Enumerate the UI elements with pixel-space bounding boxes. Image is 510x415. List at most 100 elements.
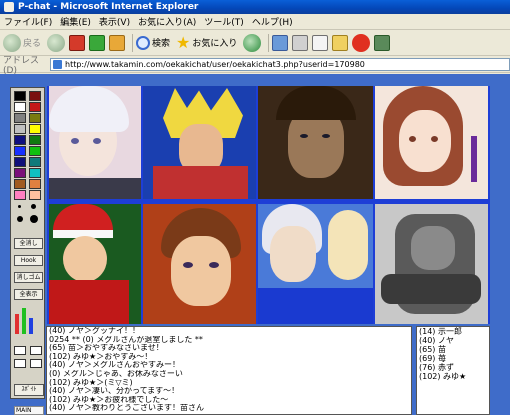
mail-icon[interactable] — [30, 359, 42, 368]
eraser-button[interactable]: 消しゴム — [14, 272, 43, 283]
drawing-canvas[interactable] — [47, 86, 490, 324]
color-swatch[interactable] — [14, 190, 26, 200]
user-item[interactable]: (40) ノヤ — [419, 336, 489, 345]
chat-line: (40) ノヤ＞教わりとうございます！苗さん — [49, 404, 204, 413]
cell-brown-haired-boy — [143, 204, 256, 324]
search-label: 検索 — [152, 39, 171, 49]
show-all-button[interactable]: 全表示 — [14, 289, 43, 300]
user-item[interactable]: (14) 示一郎 — [419, 327, 489, 336]
menu-help[interactable]: ヘルプ(H) — [252, 15, 293, 28]
color-swatch[interactable] — [14, 179, 26, 189]
green-slider[interactable] — [22, 308, 26, 334]
search-button[interactable]: 検索 — [136, 33, 172, 53]
color-swatch[interactable] — [14, 168, 26, 178]
forward-arrow-icon — [47, 33, 66, 52]
stop-button[interactable] — [69, 33, 86, 53]
refresh-button[interactable] — [89, 33, 106, 53]
mail-icon[interactable] — [14, 359, 26, 368]
favorites-button[interactable]: ★ お気に入り — [176, 33, 239, 53]
left-eye — [183, 262, 193, 268]
red-scarf — [153, 166, 248, 199]
left-eye — [71, 138, 79, 144]
pen-size-medium[interactable] — [31, 204, 36, 209]
color-swatch[interactable] — [29, 124, 41, 134]
back-label: 戻る — [23, 39, 42, 49]
menu-view[interactable]: 表示(V) — [99, 15, 130, 28]
face — [171, 236, 231, 306]
address-input[interactable]: http://www.takamin.com/oekakichat/user/o… — [50, 57, 510, 71]
chat-line: (65) 苗＞おやすみなさいませ！ — [49, 344, 164, 353]
hook-button[interactable]: Hook — [14, 255, 43, 266]
mail-icon — [272, 34, 289, 51]
face — [270, 226, 316, 282]
user-item[interactable]: (102) みゆ★ — [419, 372, 489, 381]
color-swatch[interactable] — [29, 157, 41, 167]
red-coat — [49, 280, 129, 324]
menu-bar: ファイル(F) 編集(E) 表示(V) お気に入り(A) ツール(T) ヘルプ(… — [0, 14, 510, 30]
mail-icon[interactable] — [14, 346, 26, 355]
print-button[interactable] — [292, 33, 309, 53]
cell-auburn-haired-girl — [375, 86, 488, 199]
color-swatch[interactable] — [29, 113, 41, 123]
status-strip: MAIN — [14, 406, 44, 415]
color-swatch[interactable] — [14, 157, 26, 167]
page-content: 全消し Hook 消しゴム 全表示 (40) ノヤ＞グッナイ！！ 0254 **… — [0, 74, 510, 415]
color-swatch[interactable] — [14, 102, 26, 112]
mail-button[interactable] — [272, 33, 289, 53]
home-button[interactable] — [109, 33, 126, 53]
right-eye — [431, 136, 438, 142]
color-swatch[interactable] — [14, 135, 26, 145]
user-item[interactable]: (69) 苺 — [419, 354, 489, 363]
menu-favorites[interactable]: お気に入り(A) — [138, 15, 196, 28]
star-icon: ★ — [176, 32, 191, 52]
window-title-bar: P-chat - Microsoft Internet Explorer — [0, 0, 510, 14]
color-swatch[interactable] — [29, 168, 41, 178]
edit-button[interactable] — [312, 33, 329, 53]
folder-icon — [332, 34, 349, 51]
user-item[interactable]: (65) 苗 — [419, 345, 489, 354]
addon-button[interactable] — [352, 33, 371, 53]
folder-button[interactable] — [332, 33, 349, 53]
clear-all-button[interactable]: 全消し — [14, 238, 43, 249]
color-swatch[interactable] — [14, 146, 26, 156]
chat-line: (40) ノヤ＞グッナイ！！ — [49, 327, 140, 335]
mail-icon[interactable] — [30, 346, 42, 355]
cell-white-haired-character — [49, 86, 141, 199]
color-swatch[interactable] — [14, 113, 26, 123]
color-swatch[interactable] — [29, 146, 41, 156]
color-swatch[interactable] — [29, 135, 41, 145]
menu-edit[interactable]: 編集(E) — [60, 15, 91, 28]
right-eye — [93, 138, 101, 144]
eyedropper-button[interactable]: ｽﾎﾟｲﾄ — [14, 384, 44, 396]
red-slider[interactable] — [15, 314, 19, 334]
favorites-label: お気に入り — [192, 39, 238, 49]
forward-button[interactable] — [47, 33, 66, 53]
address-bar: アドレス(D) http://www.takamin.com/oekakicha… — [0, 56, 510, 76]
color-swatch[interactable] — [29, 91, 41, 101]
address-url: http://www.takamin.com/oekakichat/user/o… — [65, 59, 365, 69]
ie-app-icon — [4, 2, 14, 12]
cell-dark-haired-portrait — [258, 86, 373, 199]
color-swatch[interactable] — [29, 179, 41, 189]
menu-tools[interactable]: ツール(T) — [204, 15, 244, 28]
pen-size-large[interactable] — [17, 216, 23, 222]
chat-line: (102) みゆ★＞(ミ▽ミ) — [49, 378, 133, 387]
history-button[interactable] — [243, 33, 262, 53]
user-item[interactable]: (76) 赤ず — [419, 363, 489, 372]
color-swatch[interactable] — [14, 91, 26, 101]
cell-silver-haired-and-child — [258, 204, 373, 324]
chat-line: (102) みゆ★＞お疲れ様でした〜 — [49, 395, 169, 404]
pen-size-xlarge[interactable] — [30, 215, 38, 223]
color-swatch[interactable] — [29, 190, 41, 200]
left-eye — [300, 134, 308, 138]
pen-size-small[interactable] — [18, 205, 21, 208]
toolbar: 戻る 検索 ★ お気に入り — [0, 30, 510, 56]
blue-slider[interactable] — [29, 318, 33, 334]
refresh-icon — [89, 34, 106, 51]
home-icon — [109, 34, 126, 51]
color-swatch[interactable] — [29, 102, 41, 112]
messenger-button[interactable] — [374, 33, 391, 53]
menu-file[interactable]: ファイル(F) — [4, 15, 52, 28]
color-swatch[interactable] — [14, 124, 26, 134]
back-button[interactable]: 戻る — [3, 33, 43, 53]
